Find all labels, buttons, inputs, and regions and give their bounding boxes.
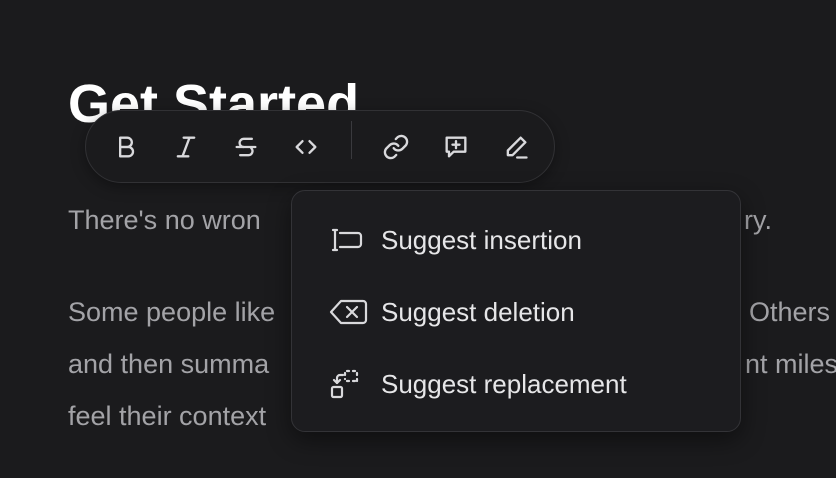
add-comment-button[interactable] <box>436 127 476 167</box>
menu-item-label: Suggest replacement <box>381 369 627 399</box>
suggest-insertion-item[interactable]: Suggest insertion <box>292 212 740 268</box>
suggest-deletion-item[interactable]: Suggest deletion <box>292 284 740 340</box>
bold-button[interactable] <box>106 127 146 167</box>
link-button[interactable] <box>376 127 416 167</box>
backspace-x-icon <box>329 296 369 328</box>
code-icon <box>295 140 317 154</box>
toolbar-separator <box>351 121 352 159</box>
suggest-button[interactable] <box>496 127 536 167</box>
link-icon <box>383 134 409 160</box>
editor-canvas: Get Started There's no wron ry. Some peo… <box>0 0 836 478</box>
bold-icon <box>119 136 135 158</box>
comment-plus-icon <box>445 136 467 158</box>
menu-item-label: Suggest insertion <box>381 225 582 255</box>
replace-icon <box>329 368 369 400</box>
paragraph-line: and then summa <box>68 349 270 379</box>
suggest-replacement-item[interactable]: Suggest replacement <box>292 356 740 412</box>
strikethrough-button[interactable] <box>226 127 266 167</box>
formatting-toolbar <box>85 110 555 183</box>
pencil-icon <box>506 136 528 159</box>
paragraph-line-fragment: Others <box>749 297 831 327</box>
italic-button[interactable] <box>166 127 206 167</box>
paragraph-line: There's no wron <box>68 205 261 235</box>
italic-icon <box>176 136 196 158</box>
suggest-menu: Suggest insertion Suggest deletion Sugge… <box>291 190 741 432</box>
code-button[interactable] <box>286 127 326 167</box>
text-cursor-insert-icon <box>329 224 369 256</box>
paragraph-line: Some people like <box>68 297 276 327</box>
strikethrough-icon <box>235 137 257 157</box>
menu-item-label: Suggest deletion <box>381 297 575 327</box>
paragraph-line-fragment: ry. <box>744 205 772 235</box>
paragraph-line-fragment: nt miles <box>745 349 836 379</box>
paragraph-line: feel their context <box>68 401 267 431</box>
